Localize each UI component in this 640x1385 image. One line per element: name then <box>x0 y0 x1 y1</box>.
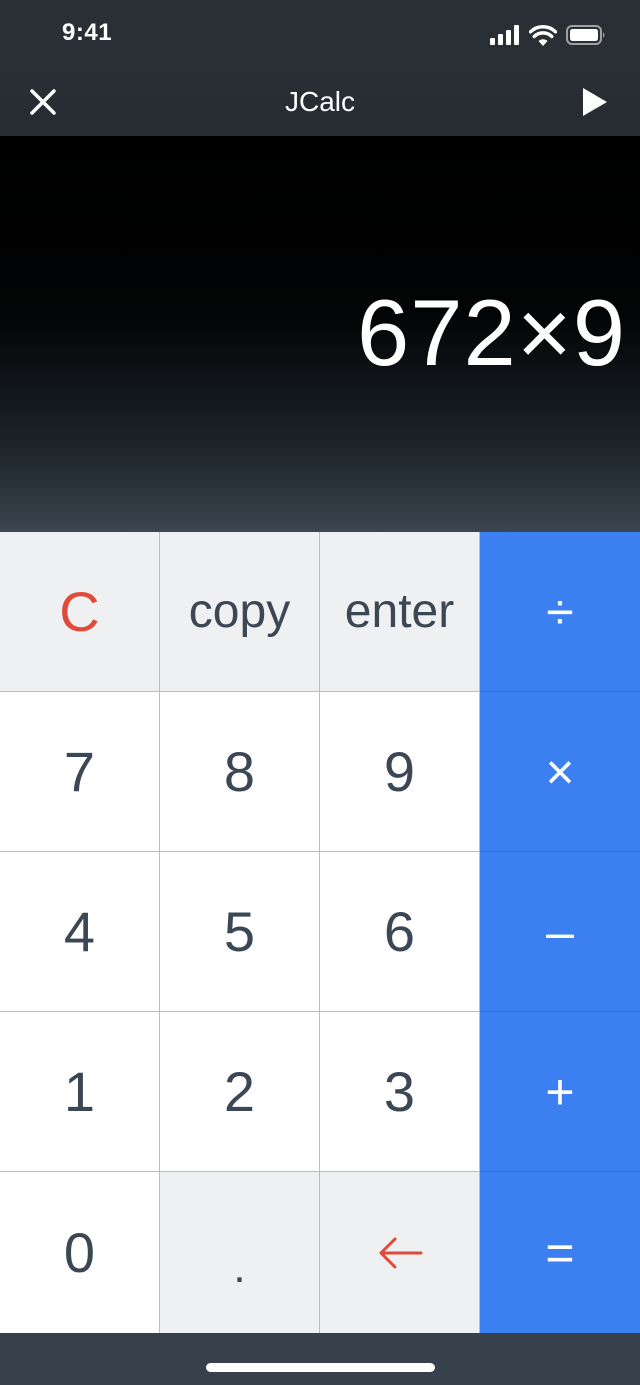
clear-button[interactable]: C <box>0 532 160 692</box>
enter-button[interactable]: enter <box>320 532 480 692</box>
home-indicator[interactable] <box>206 1363 435 1372</box>
status-icons <box>490 22 606 48</box>
digit-2-button[interactable]: 2 <box>160 1012 320 1172</box>
digit-6-button[interactable]: 6 <box>320 852 480 1012</box>
display-expression: 672×9 <box>356 280 626 385</box>
keypad: C copy enter ÷ 7 8 9 × 4 5 6 – 1 2 3 + 0… <box>0 532 640 1333</box>
copy-button[interactable]: copy <box>160 532 320 692</box>
equals-button[interactable]: = <box>480 1172 640 1333</box>
play-icon[interactable] <box>580 85 610 119</box>
home-area <box>0 1333 640 1385</box>
backspace-button[interactable] <box>320 1172 480 1333</box>
digit-7-button[interactable]: 7 <box>0 692 160 852</box>
wifi-icon <box>529 24 557 46</box>
digit-4-button[interactable]: 4 <box>0 852 160 1012</box>
add-button[interactable]: + <box>480 1012 640 1172</box>
battery-icon <box>566 25 605 45</box>
status-time: 9:41 <box>62 19 113 46</box>
digit-3-button[interactable]: 3 <box>320 1012 480 1172</box>
app-title: JCalc <box>284 86 355 117</box>
signal-icon <box>490 25 519 45</box>
status-bar: 9:41 <box>0 0 640 70</box>
subtract-button[interactable]: – <box>480 852 640 1012</box>
digit-5-button[interactable]: 5 <box>160 852 320 1012</box>
digit-0-button[interactable]: 0 <box>0 1172 160 1333</box>
left-arrow-icon <box>379 1237 422 1268</box>
digit-9-button[interactable]: 9 <box>320 692 480 852</box>
digit-8-button[interactable]: 8 <box>160 692 320 852</box>
decimal-button[interactable]: . <box>160 1172 320 1333</box>
digit-1-button[interactable]: 1 <box>0 1012 160 1172</box>
nav-bar: JCalc <box>0 70 640 136</box>
divide-button[interactable]: ÷ <box>480 532 640 692</box>
calculator-display: 672×9 <box>0 136 640 532</box>
multiply-button[interactable]: × <box>480 692 640 852</box>
